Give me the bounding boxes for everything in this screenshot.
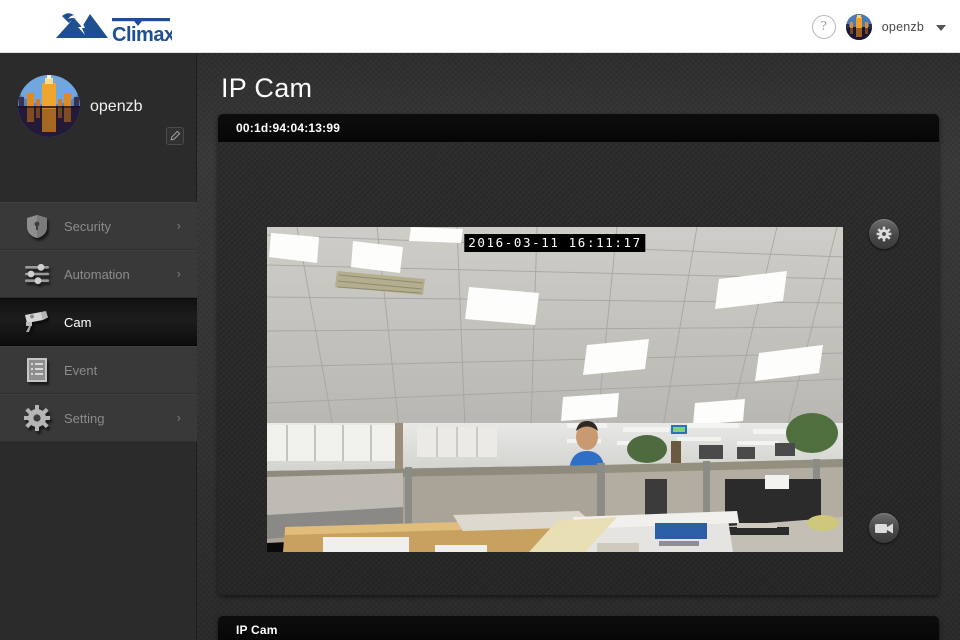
user-name-label[interactable]: openzb [882, 20, 924, 34]
chevron-right-icon: › [176, 410, 181, 425]
sidebar-item-setting[interactable]: Setting › [0, 394, 197, 442]
svg-text:Climax: Climax [112, 24, 172, 46]
chevron-right-icon: › [176, 266, 181, 281]
camera-mac-header: 00:1d:94:04:13:99 [218, 114, 939, 142]
camera-live-video[interactable]: 2016-03-11 16:11:17 [267, 227, 843, 552]
topbar-right-cluster: ? openzb [811, 0, 946, 53]
video-camera-icon [875, 523, 893, 533]
page-title: IP Cam [221, 73, 313, 103]
camera-record-button[interactable] [869, 513, 899, 543]
chevron-down-icon[interactable] [936, 24, 946, 31]
sidebar-item-cam[interactable]: Cam [0, 298, 197, 346]
sidebar-item-label: Automation [64, 266, 130, 282]
climax-logo[interactable]: Climax [52, 8, 172, 46]
list-document-icon [20, 357, 54, 383]
help-icon[interactable]: ? [811, 14, 836, 39]
chevron-right-icon: › [176, 218, 181, 233]
sidebar-item-label: Setting [64, 410, 105, 426]
avatar[interactable] [845, 13, 872, 40]
app-root: Climax ? openzb openzb Security › Automa… [0, 0, 960, 640]
sidebar-item-event[interactable]: Event [0, 346, 197, 394]
camera-settings-button[interactable] [869, 219, 899, 249]
profile-avatar[interactable] [18, 75, 80, 137]
gear-icon [20, 405, 54, 431]
sliders-icon [20, 263, 54, 285]
pencil-edit-icon[interactable] [166, 127, 184, 145]
sidebar-profile: openzb [0, 53, 196, 153]
video-timestamp-overlay: 2016-03-11 16:11:17 [464, 234, 646, 252]
sidebar-menu: Security › Automation › Cam Event Settin… [0, 202, 197, 442]
shield-lock-icon [20, 214, 54, 239]
top-header-bar: Climax ? openzb [0, 0, 960, 53]
sidebar-item-label: Event [64, 362, 98, 378]
sidebar-item-label: Security [64, 218, 111, 234]
sidebar: openzb Security › Automation › Cam Event… [0, 53, 197, 640]
sidebar-item-label: Cam [64, 314, 92, 330]
camera-panel: 00:1d:94:04:13:99 2016-03-11 16:11:17 [218, 114, 939, 595]
camera-list-panel: IP Cam [218, 616, 939, 640]
video-frame-image [267, 227, 843, 552]
profile-name-label: openzb [90, 98, 143, 115]
gear-icon [876, 226, 892, 242]
sidebar-item-automation[interactable]: Automation › [0, 250, 197, 298]
main-content: IP Cam 00:1d:94:04:13:99 2016-03-11 16:1… [197, 53, 960, 640]
camera-list-header: IP Cam [218, 616, 939, 640]
sidebar-item-security[interactable]: Security › [0, 202, 197, 250]
video-camera-icon [20, 310, 54, 334]
